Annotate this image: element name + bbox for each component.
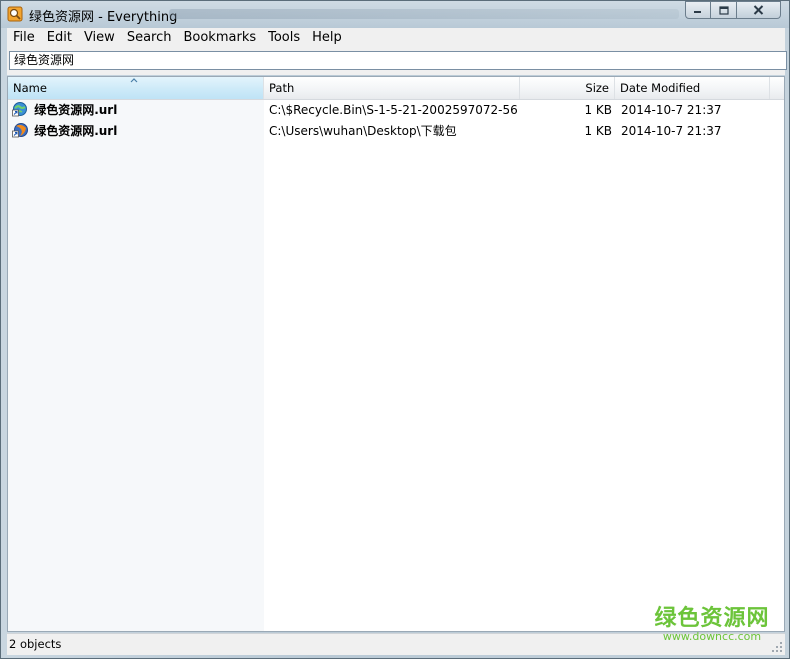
list-item-size: 1 KB	[584, 103, 612, 117]
column-header-path-label: Path	[269, 81, 295, 95]
window-title: 绿色资源网 - Everything	[29, 10, 178, 25]
column-header-name-label: Name	[13, 81, 47, 95]
column-header: Name Path Size Date Modified	[8, 77, 784, 100]
list-item-name: 绿色资源网.url	[12, 100, 262, 121]
list-item-date: 2014-10-7 21:37	[621, 103, 722, 117]
sort-ascending-icon	[130, 78, 138, 83]
column-header-date[interactable]: Date Modified	[615, 77, 770, 99]
list-item-name: 绿色资源网.url	[12, 121, 262, 142]
column-header-size[interactable]: Size	[520, 77, 615, 99]
resize-grip-icon[interactable]	[771, 641, 783, 653]
everything-app-icon	[7, 6, 23, 22]
list-item-name-text: 绿色资源网.url	[34, 124, 118, 138]
maximize-icon	[718, 5, 729, 15]
list-item-date: 2014-10-7 21:37	[621, 124, 722, 138]
menu-edit[interactable]: Edit	[41, 28, 78, 48]
menu-file[interactable]: File	[7, 28, 41, 48]
menu-bookmarks[interactable]: Bookmarks	[177, 28, 262, 48]
close-button[interactable]	[737, 1, 781, 19]
firefox-shortcut-icon	[12, 123, 28, 138]
menu-tools[interactable]: Tools	[262, 28, 306, 48]
menu-help[interactable]: Help	[306, 28, 348, 48]
column-header-name[interactable]: Name	[8, 77, 264, 99]
name-column-shade	[8, 99, 264, 631]
title-bar[interactable]: 绿色资源网 - Everything	[1, 1, 789, 28]
menu-search[interactable]: Search	[121, 28, 178, 48]
list-item-path: C:\Users\wuhan\Desktop\下载包	[269, 124, 457, 138]
menu-view[interactable]: View	[78, 28, 121, 48]
minimize-button[interactable]	[685, 1, 711, 19]
everything-window: 绿色资源网 - Everything File Edit View Search…	[0, 0, 790, 659]
minimize-icon	[694, 11, 701, 13]
maximize-button[interactable]	[711, 1, 737, 19]
watermark-url: www.downcc.com	[662, 630, 762, 643]
search-bar	[7, 48, 787, 75]
column-header-date-label: Date Modified	[620, 81, 701, 95]
column-header-path[interactable]: Path	[264, 77, 520, 99]
list-item-name-text: 绿色资源网.url	[34, 103, 118, 117]
internet-shortcut-icon	[12, 102, 27, 117]
list-item[interactable]: 绿色资源网.url C:\$Recycle.Bin\S-1-5-21-20025…	[8, 100, 784, 121]
list-item[interactable]: 绿色资源网.url C:\Users\wuhan\Desktop\下载包 1 K…	[8, 121, 784, 142]
watermark: 绿色资源网 www.downcc.com	[653, 607, 771, 643]
blurred-background-text	[169, 9, 679, 19]
menu-bar: File Edit View Search Bookmarks Tools He…	[7, 28, 785, 48]
close-icon	[753, 5, 764, 15]
status-text: 2 objects	[9, 637, 62, 651]
list-item-size: 1 KB	[584, 124, 612, 138]
results-list[interactable]: Name Path Size Date Modified 绿色资源网.url C…	[7, 76, 785, 632]
column-header-size-label: Size	[585, 81, 609, 95]
watermark-title: 绿色资源网	[654, 606, 770, 631]
window-controls	[685, 1, 781, 20]
list-item-path: C:\$Recycle.Bin\S-1-5-21-2002597072-56..…	[269, 103, 517, 117]
search-input[interactable]	[9, 51, 787, 70]
